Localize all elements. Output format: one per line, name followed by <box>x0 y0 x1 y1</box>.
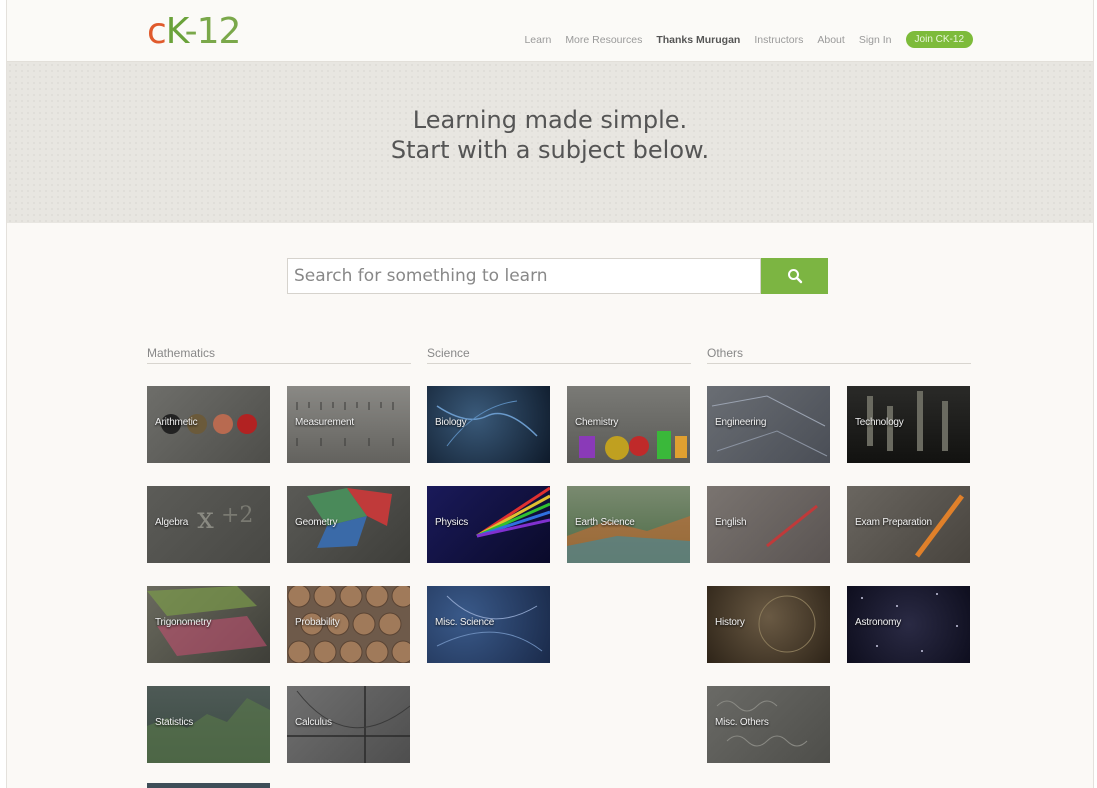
tile-label: Exam Preparation <box>855 517 932 528</box>
subject-tile-algebra[interactable]: x +2 Algebra <box>147 486 270 563</box>
logo-k: K <box>165 11 186 52</box>
subject-tile-misc-science[interactable]: Misc. Science <box>427 586 550 663</box>
subject-tile-probability[interactable]: Probability <box>287 586 410 663</box>
logo-12: -12 <box>184 11 242 52</box>
tile-label: Algebra <box>155 517 189 528</box>
tile-label: Geometry <box>295 517 338 528</box>
tile-label: Astronomy <box>855 617 901 628</box>
subject-tile-engineering[interactable]: Engineering <box>707 386 830 463</box>
tile-label: English <box>715 517 747 528</box>
section-others: Others <box>707 346 971 364</box>
subject-tile-physics[interactable]: Physics <box>427 486 550 563</box>
tile-label: Physics <box>435 517 469 528</box>
svg-text:x: x <box>197 501 214 536</box>
subject-tile-earth-science[interactable]: Earth Science <box>567 486 690 563</box>
tile-label: Measurement <box>295 417 354 428</box>
svg-text:+2: +2 <box>221 503 253 528</box>
tile-label: Calculus <box>295 717 332 728</box>
hero-banner: Learning made simple. Start with a subje… <box>7 62 1093 223</box>
subject-tile-geometry[interactable]: Geometry <box>287 486 410 563</box>
top-nav: Learn More Resources Thanks Murugan Inst… <box>524 31 973 48</box>
subject-tile-statistics[interactable]: Statistics <box>147 686 270 763</box>
tile-label: Probability <box>295 617 340 628</box>
nav-user-greeting[interactable]: Thanks Murugan <box>656 34 740 46</box>
logo-c: c <box>147 11 167 52</box>
subject-tile-calculus[interactable]: Calculus <box>287 686 410 763</box>
subject-tile-partial[interactable] <box>147 783 270 788</box>
tile-label: Trigonometry <box>155 617 212 628</box>
subject-tile-trigonometry[interactable]: Trigonometry <box>147 586 270 663</box>
tile-label: Arithmetic <box>155 417 198 428</box>
nav-instructors[interactable]: Instructors <box>754 34 803 46</box>
tile-label: Technology <box>855 417 904 428</box>
search-button[interactable] <box>761 258 828 294</box>
nav-sign-in[interactable]: Sign In <box>859 34 892 46</box>
subject-tile-arithmetic[interactable]: Arithmetic <box>147 386 270 463</box>
subject-tile-chemistry[interactable]: Chemistry <box>567 386 690 463</box>
subject-tile-misc-others[interactable]: Misc. Others <box>707 686 830 763</box>
page: cK-12 Learn More Resources Thanks Muruga… <box>6 0 1094 788</box>
subject-tile-measurement[interactable]: Measurement <box>287 386 410 463</box>
tile-label: History <box>715 617 745 628</box>
search-icon <box>787 269 802 284</box>
ck12-logo[interactable]: cK-12 <box>147 11 242 52</box>
section-mathematics: Mathematics <box>147 346 411 364</box>
tile-label: Earth Science <box>575 517 635 528</box>
subject-tile-technology[interactable]: Technology <box>847 386 970 463</box>
tile-label: Statistics <box>155 717 194 728</box>
subject-tile-history[interactable]: History <box>707 586 830 663</box>
search-input[interactable] <box>287 258 761 294</box>
search-bar <box>287 258 828 294</box>
subject-tile-biology[interactable]: Biology <box>427 386 550 463</box>
tile-label: Chemistry <box>575 417 619 428</box>
hero-subheadline: Start with a subject below. <box>390 136 710 164</box>
section-science: Science <box>427 346 691 364</box>
subject-tile-exam-preparation[interactable]: Exam Preparation <box>847 486 970 563</box>
site-header: cK-12 Learn More Resources Thanks Muruga… <box>7 0 1093 62</box>
tile-label: Engineering <box>715 417 767 428</box>
join-button[interactable]: Join CK-12 <box>905 31 973 48</box>
subject-tile-astronomy[interactable]: Astronomy <box>847 586 970 663</box>
tile-label: Misc. Science <box>435 617 495 628</box>
nav-more-resources[interactable]: More Resources <box>565 34 642 46</box>
tile-label: Misc. Others <box>715 717 769 728</box>
tile-label: Biology <box>435 417 467 428</box>
hero-headline: Learning made simple. <box>412 106 688 134</box>
nav-about[interactable]: About <box>817 34 844 46</box>
nav-learn[interactable]: Learn <box>524 34 551 46</box>
subject-tile-english[interactable]: English <box>707 486 830 563</box>
